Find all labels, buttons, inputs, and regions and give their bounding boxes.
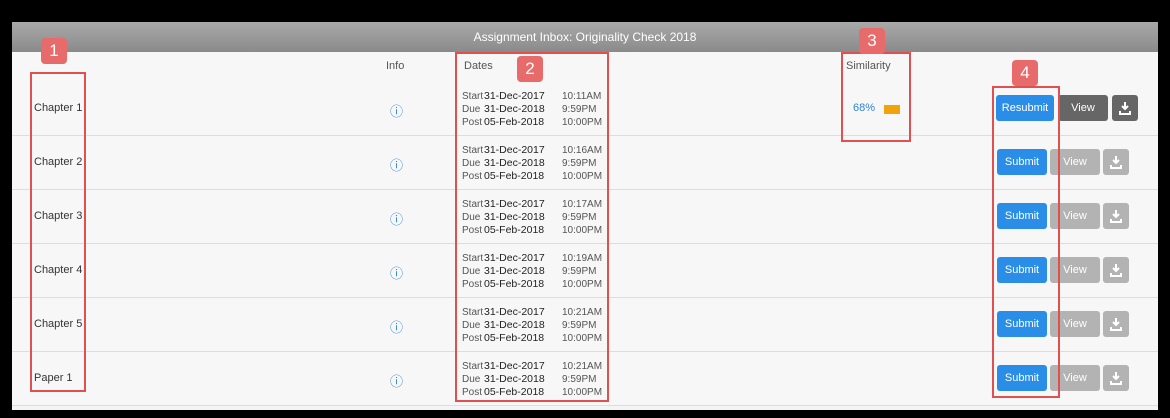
assignment-inbox: Assignment Inbox: Originality Check 2018…: [12, 22, 1158, 410]
annotation-box-1: [30, 72, 86, 392]
annotation-badge-3: 3: [859, 28, 885, 54]
download-icon[interactable]: [1103, 257, 1129, 283]
header-info: Info: [386, 60, 405, 72]
annotation-box-3: [841, 52, 911, 142]
view-button[interactable]: View: [1058, 95, 1108, 121]
annotation-box-2: [455, 52, 609, 402]
info-circle-icon[interactable]: ⓘ: [390, 101, 403, 120]
info-circle-icon[interactable]: ⓘ: [390, 317, 403, 336]
info-circle-icon[interactable]: ⓘ: [390, 155, 403, 174]
info-circle-icon[interactable]: ⓘ: [390, 371, 403, 390]
annotation-badge-4: 4: [1012, 60, 1038, 86]
download-icon[interactable]: [1103, 203, 1129, 229]
annotation-box-4: [992, 86, 1060, 398]
annotation-badge-2: 2: [517, 56, 543, 82]
info-circle-icon[interactable]: ⓘ: [390, 263, 403, 282]
download-icon[interactable]: [1103, 365, 1129, 391]
download-icon[interactable]: [1103, 149, 1129, 175]
info-circle-icon[interactable]: ⓘ: [390, 209, 403, 228]
download-icon[interactable]: [1103, 311, 1129, 337]
inbox-title: Assignment Inbox: Originality Check 2018: [12, 22, 1158, 52]
download-icon[interactable]: [1112, 95, 1138, 121]
annotation-badge-1: 1: [41, 38, 67, 64]
